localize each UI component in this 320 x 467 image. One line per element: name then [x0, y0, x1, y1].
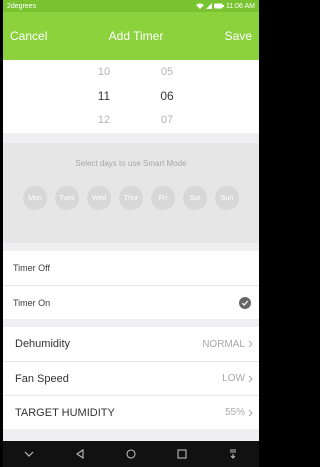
setting-value: 55% — [224, 407, 245, 418]
timer-options: Timer Off Timer On — [3, 251, 259, 319]
recents-icon[interactable] — [177, 449, 187, 459]
status-icons: 11:06 AM — [195, 2, 255, 10]
chevron-right-icon — [248, 340, 253, 348]
day-mon[interactable]: Mon — [23, 186, 47, 210]
days-hint: Select days to use Smart Mode — [75, 159, 187, 168]
navigation-bar — [3, 441, 259, 467]
day-tues[interactable]: Tues — [55, 186, 79, 210]
timer-on-label: Timer On — [13, 297, 51, 308]
cancel-button[interactable]: Cancel — [10, 29, 47, 43]
hour-option[interactable]: 10 — [89, 60, 119, 84]
status-time: 11:06 AM — [225, 2, 255, 10]
top-bar: Cancel Add Timer Save — [3, 12, 259, 60]
signal-icon — [205, 3, 212, 9]
setting-value: LOW — [222, 373, 245, 384]
setting-label: Dehumidity — [15, 338, 71, 350]
chevron-down-icon[interactable] — [24, 450, 34, 458]
notification-pull-icon[interactable] — [228, 449, 238, 459]
day-sun[interactable]: Sun — [215, 186, 239, 210]
checkmark-icon — [239, 296, 251, 309]
home-icon[interactable] — [126, 449, 136, 459]
app-screen: 2degrees 11:06 AM Cancel Add Timer Save … — [3, 0, 259, 467]
time-picker[interactable]: 10 11 12 05 06 07 — [3, 60, 259, 133]
settings-list: Dehumidity NORMAL Fan Speed LOW TARGET H… — [3, 327, 259, 429]
hour-option[interactable]: 12 — [89, 108, 119, 132]
minute-option[interactable]: 05 — [152, 60, 182, 84]
save-button[interactable]: Save — [225, 29, 252, 43]
setting-target-humidity[interactable]: TARGET HUMIDITY 55% — [3, 395, 259, 429]
back-icon[interactable] — [75, 449, 85, 459]
battery-icon — [213, 3, 224, 9]
status-bar: 2degrees 11:06 AM — [3, 0, 259, 12]
timer-off-label: Timer Off — [13, 263, 51, 273]
minute-option-selected[interactable]: 06 — [152, 84, 182, 108]
hour-wheel[interactable]: 10 11 12 — [89, 60, 119, 133]
day-wed[interactable]: Wed — [87, 186, 111, 210]
timer-off-option[interactable]: Timer Off — [3, 251, 259, 285]
carrier-name: 2degrees — [7, 2, 37, 10]
day-sat[interactable]: Sat — [183, 186, 207, 210]
chevron-right-icon — [248, 375, 253, 382]
page-title: Add Timer — [108, 29, 164, 43]
day-selector-row: Mon Tues Wed Thur Fri Sat Sun — [3, 186, 259, 210]
setting-label: TARGET HUMIDITY — [15, 406, 115, 419]
day-thur[interactable]: Thur — [119, 186, 143, 210]
smart-mode-days: Select days to use Smart Mode Mon Tues W… — [3, 143, 259, 243]
hour-option-selected[interactable]: 11 — [89, 84, 119, 108]
wifi-icon — [195, 3, 204, 9]
minute-wheel[interactable]: 05 06 07 — [152, 60, 182, 133]
chevron-right-icon — [248, 409, 253, 416]
timer-on-option[interactable]: Timer On — [3, 285, 259, 319]
setting-dehumidity[interactable]: Dehumidity NORMAL — [3, 327, 259, 361]
setting-fan-speed[interactable]: Fan Speed LOW — [3, 361, 259, 395]
setting-label: Fan Speed — [15, 372, 69, 385]
day-fri[interactable]: Fri — [151, 186, 175, 210]
minute-option[interactable]: 07 — [152, 108, 182, 132]
setting-value: NORMAL — [202, 338, 245, 350]
